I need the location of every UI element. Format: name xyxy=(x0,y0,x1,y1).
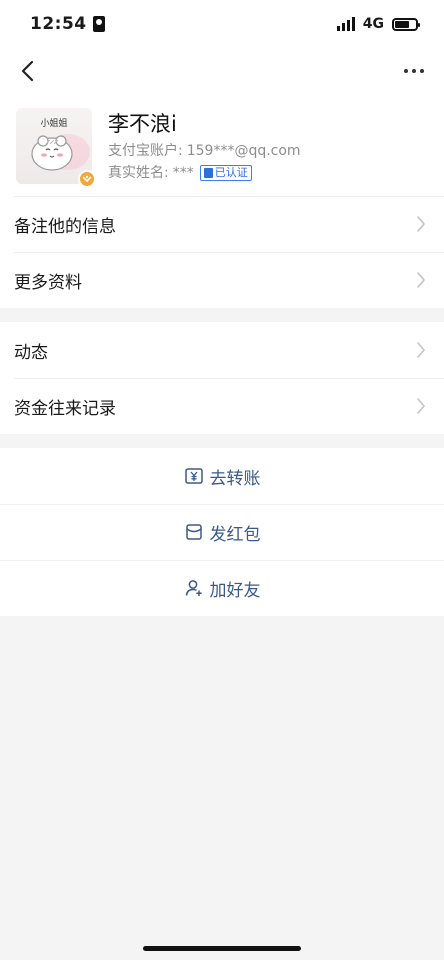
status-right: 4G xyxy=(336,16,420,32)
menu-item-moments[interactable]: 动态 xyxy=(0,322,444,378)
status-bar: 12:54 4G xyxy=(0,0,444,48)
menu-item-label: 资金往来记录 xyxy=(14,398,116,419)
verified-badge: 已认证 xyxy=(199,165,252,181)
menu-item-remark[interactable]: 备注他的信息 xyxy=(0,196,444,252)
profile-info: 李不浪i 支付宝账户: 159***@qq.com 真实姓名: *** 已认证 xyxy=(108,108,301,184)
add-friend-icon xyxy=(185,580,202,596)
home-indicator[interactable] xyxy=(143,946,301,951)
profile-name: 李不浪i xyxy=(108,112,177,136)
chevron-right-icon xyxy=(417,272,425,288)
clock-text: 12:54 xyxy=(30,14,87,34)
red-envelope-label: 发红包 xyxy=(209,524,261,545)
more-icon[interactable] xyxy=(404,69,424,73)
realname-label: 真实姓名: xyxy=(108,165,169,181)
contact-card-icon xyxy=(92,16,105,32)
back-icon[interactable] xyxy=(20,60,42,82)
account-label: 支付宝账户: xyxy=(108,143,183,159)
menu-item-fund-records[interactable]: 资金往来记录 xyxy=(0,378,444,434)
red-envelope-button[interactable]: 发红包 xyxy=(0,504,444,560)
account-line: 支付宝账户: 159***@qq.com xyxy=(108,140,301,162)
menu-group-1: 备注他的信息 更多资料 xyxy=(0,196,444,308)
avatar[interactable]: 小姐姐 xyxy=(16,108,96,188)
navigation-bar xyxy=(0,48,444,94)
chevron-right-icon xyxy=(417,398,425,414)
red-envelope-icon xyxy=(185,524,202,540)
transfer-label: 去转账 xyxy=(209,468,261,489)
top-section: 12:54 4G 小姐姐 李不浪i 支付宝账户: 159***@qq.com 真… xyxy=(0,0,444,196)
status-time: 12:54 xyxy=(30,14,105,34)
verified-icon xyxy=(203,168,213,178)
chevron-right-icon xyxy=(417,216,425,232)
yuan-transfer-icon xyxy=(184,468,203,484)
menu-item-more-info[interactable]: 更多资料 xyxy=(0,252,444,308)
menu-group-2: 动态 资金往来记录 xyxy=(0,322,444,434)
menu-item-label: 动态 xyxy=(14,342,48,363)
transfer-button[interactable]: 去转账 xyxy=(0,448,444,504)
account-value: 159***@qq.com xyxy=(186,143,301,159)
chevron-right-icon xyxy=(417,342,425,358)
section-divider xyxy=(0,434,444,448)
profile-card: 小姐姐 李不浪i 支付宝账户: 159***@qq.com 真实姓名: *** … xyxy=(0,94,444,196)
realname-value: *** xyxy=(172,165,194,181)
signal-icon xyxy=(336,17,355,31)
menu-item-label: 更多资料 xyxy=(14,272,82,293)
verified-label: 已认证 xyxy=(214,166,248,179)
network-type: 4G xyxy=(362,16,384,32)
add-friend-label: 加好友 xyxy=(209,580,261,601)
battery-icon xyxy=(392,17,420,31)
section-divider xyxy=(0,308,444,322)
realname-line: 真实姓名: *** 已认证 xyxy=(108,162,301,184)
menu-item-label: 备注他的信息 xyxy=(14,216,116,237)
action-group: 去转账 发红包 加好友 xyxy=(0,448,444,616)
add-friend-button[interactable]: 加好友 xyxy=(0,560,444,616)
member-badge-icon xyxy=(78,170,96,188)
